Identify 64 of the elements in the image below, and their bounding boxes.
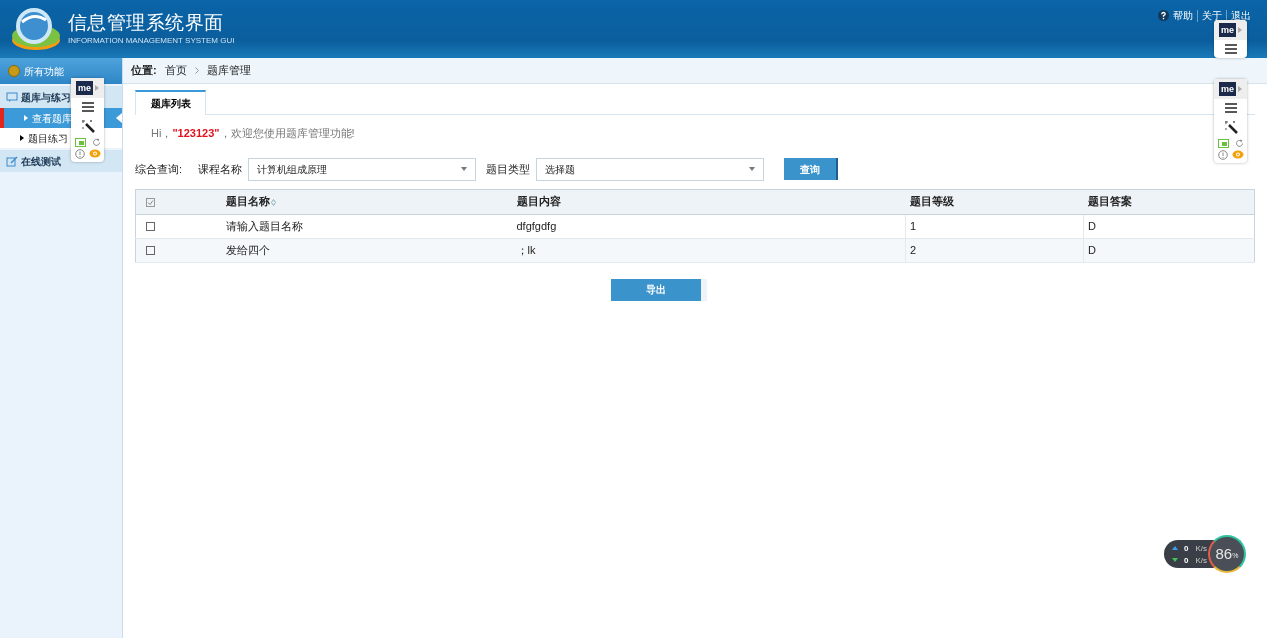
eye-icon[interactable] xyxy=(1231,150,1244,159)
help-link[interactable]: 帮助 xyxy=(1173,8,1193,23)
table-cell: 2 xyxy=(910,243,917,256)
checkbox[interactable] xyxy=(146,246,155,256)
dropdown-caret-icon xyxy=(749,167,756,171)
speed-unit: K/s xyxy=(1195,554,1207,566)
menu-icon[interactable] xyxy=(81,102,94,112)
column-header[interactable]: 题目答案 xyxy=(1083,189,1255,214)
breadcrumb-link[interactable]: 首页 xyxy=(164,62,187,79)
extension-logo[interactable]: me xyxy=(76,81,93,95)
chevron-icon xyxy=(194,67,199,74)
column-header[interactable]: 题目名称 xyxy=(221,189,513,214)
table-cell: 请输入题目名称 xyxy=(225,219,303,232)
breadcrumb-link[interactable]: 题库管理 xyxy=(206,62,251,79)
header-link[interactable]: 退出 xyxy=(1231,8,1251,23)
select-field[interactable]: 计算机组成原理 xyxy=(248,157,477,181)
app-title: 信息管理系统界面 xyxy=(68,11,225,35)
checkbox[interactable] xyxy=(146,222,155,232)
tab[interactable]: 题库列表 xyxy=(135,90,206,115)
menu-icon[interactable] xyxy=(1224,103,1237,113)
table-cell: 发给四个 xyxy=(225,243,270,256)
field-label: 题目类型 xyxy=(486,161,531,177)
greeting-text: Hi，"123123"，欢迎您使用题库管理功能! xyxy=(151,126,355,141)
info-icon[interactable] xyxy=(1217,150,1228,160)
caret-icon xyxy=(95,85,99,91)
refresh-icon[interactable] xyxy=(1234,139,1244,148)
checkbox[interactable] xyxy=(146,197,155,207)
table-cell: D xyxy=(1088,243,1096,256)
sidebar-title: 所有功能 xyxy=(24,64,64,79)
arrow-icon xyxy=(1172,546,1178,550)
arrow-icon xyxy=(1172,558,1178,562)
dropdown-caret-icon xyxy=(461,167,468,171)
field-label: 课程名称 xyxy=(198,161,243,177)
info-icon[interactable] xyxy=(74,149,85,159)
edit-icon xyxy=(6,155,18,167)
menu-icon[interactable] xyxy=(1224,44,1237,54)
header-link[interactable]: 关于 xyxy=(1202,8,1222,23)
query-label: 综合查询: xyxy=(135,161,183,177)
caret-icon xyxy=(1238,27,1242,33)
speed-value: 0 xyxy=(1184,542,1189,554)
magic-wand-icon[interactable] xyxy=(80,119,95,133)
cast-icon[interactable] xyxy=(1217,139,1229,148)
extension-logo[interactable]: me xyxy=(1219,82,1236,96)
column-header[interactable]: 题目等级 xyxy=(905,189,1084,214)
table-cell: dfgfgdfg xyxy=(516,219,557,232)
extension-logo[interactable]: me xyxy=(1219,23,1236,37)
select-field[interactable]: 选择题 xyxy=(536,157,765,181)
table-cell: 1 xyxy=(910,219,917,232)
table-cell: D xyxy=(1088,219,1096,232)
caret-icon xyxy=(1238,86,1242,92)
eye-icon[interactable] xyxy=(88,149,101,158)
speed-unit: K/s xyxy=(1195,542,1207,554)
gauge-value: 86 xyxy=(1215,543,1233,564)
help-icon xyxy=(1158,10,1169,21)
refresh-icon[interactable] xyxy=(91,138,101,147)
chat-icon xyxy=(6,91,18,103)
column-header[interactable]: 题目内容 xyxy=(512,189,906,214)
table-cell: ；lk xyxy=(516,243,536,256)
sort-icon xyxy=(270,198,276,206)
magic-wand-icon[interactable] xyxy=(1223,120,1238,134)
breadcrumb-label: 位置: xyxy=(131,63,157,79)
app-subtitle: INFORMATION MANAGEMENT SYSTEM GUI xyxy=(68,35,235,47)
cast-icon[interactable] xyxy=(74,138,86,147)
speed-value: 0 xyxy=(1184,554,1189,566)
